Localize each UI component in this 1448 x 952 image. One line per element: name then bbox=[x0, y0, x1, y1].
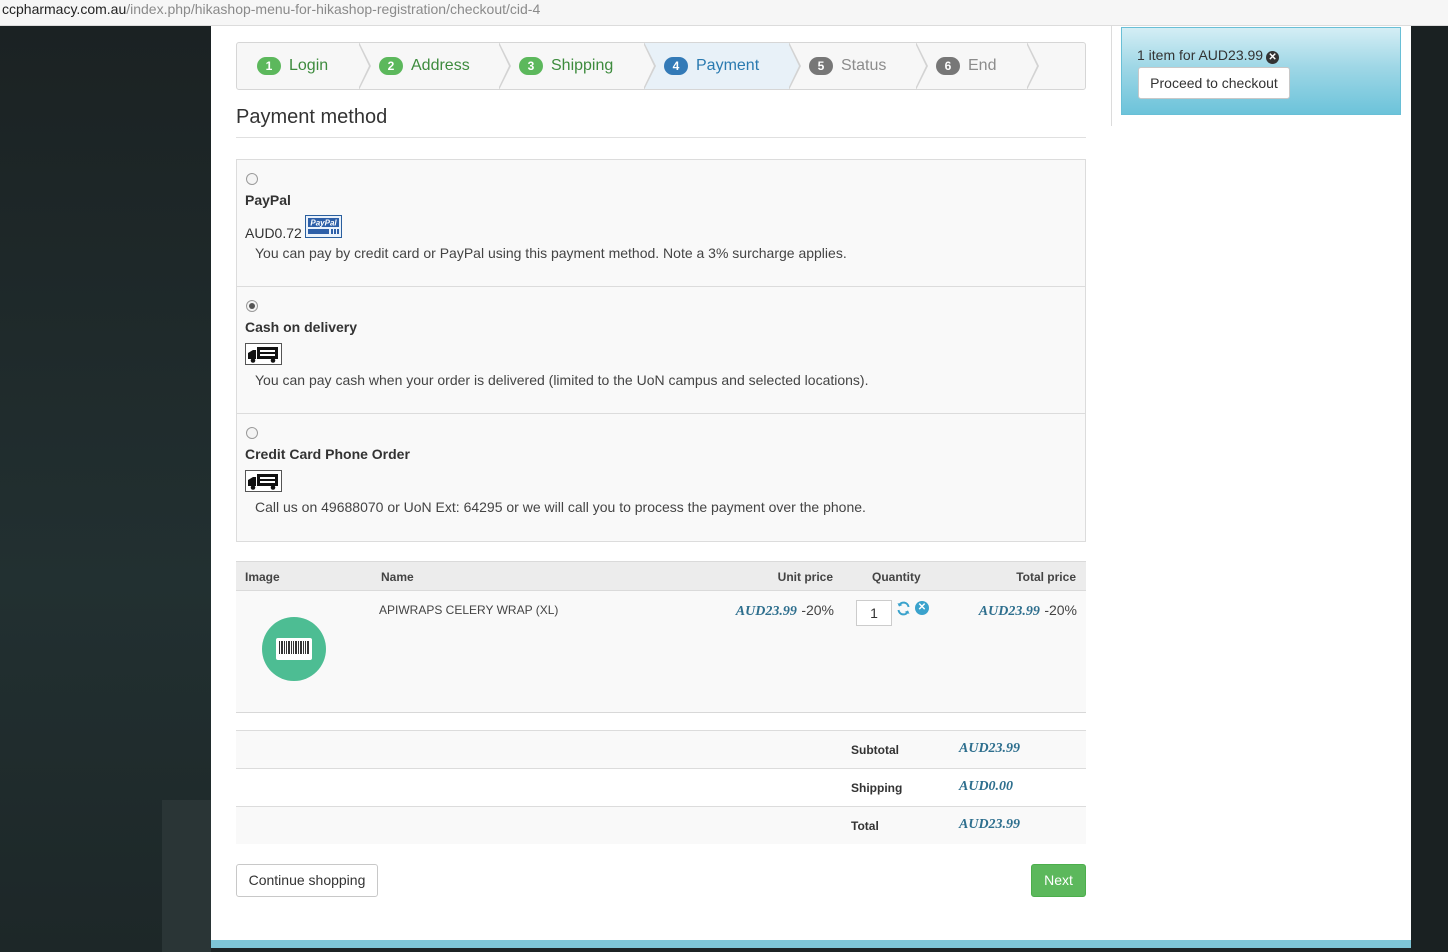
delivery-truck-icon bbox=[245, 343, 282, 365]
step-label: Shipping bbox=[551, 57, 614, 74]
paypal-logo-icon: PayPal bbox=[305, 215, 342, 238]
payment-radio-paypal[interactable] bbox=[246, 173, 258, 185]
payment-method-cash-on-delivery[interactable]: Cash on delivery You can pay cash when y… bbox=[237, 287, 1085, 414]
step-arrow-icon bbox=[498, 43, 511, 89]
unit-price-discount: -20% bbox=[801, 602, 834, 618]
barcode-icon bbox=[276, 638, 312, 660]
sidebar-divider bbox=[1111, 26, 1112, 126]
step-number: 6 bbox=[936, 57, 960, 75]
payment-radio-credit-card-phone[interactable] bbox=[246, 427, 258, 439]
shipping-label: Shipping bbox=[851, 781, 903, 795]
step-end: 6 End bbox=[916, 43, 1039, 89]
checkout-page: 1 Login 2 Address 3 Shipping 4 Payment 5… bbox=[211, 26, 1411, 942]
step-label: Payment bbox=[696, 57, 760, 74]
refresh-icon[interactable] bbox=[896, 601, 911, 616]
step-label: Address bbox=[411, 57, 470, 74]
cart-table-header: Image Name Unit price Quantity Total pri… bbox=[236, 561, 1086, 591]
product-image[interactable] bbox=[262, 617, 326, 681]
step-number: 2 bbox=[379, 57, 403, 75]
empty-cart-icon[interactable]: ✕ bbox=[1266, 51, 1280, 64]
title-divider bbox=[236, 137, 1086, 138]
unit-price-value: AUD23.99 bbox=[735, 604, 797, 619]
col-image: Image bbox=[245, 570, 280, 584]
step-arrow-icon bbox=[643, 43, 656, 89]
page-title: Payment method bbox=[236, 106, 388, 128]
step-number: 4 bbox=[664, 57, 688, 75]
payment-method-paypal[interactable]: PayPal AUD0.72 PayPal You can pay by cre… bbox=[237, 160, 1085, 287]
step-number: 5 bbox=[809, 57, 833, 75]
paypal-logo-text: PayPal bbox=[310, 219, 337, 228]
step-payment[interactable]: 4 Payment bbox=[644, 43, 801, 89]
step-number: 3 bbox=[519, 57, 543, 75]
mini-cart-info: 1 item for AUD23.99 bbox=[1137, 47, 1264, 63]
col-total-price: Total price bbox=[1016, 570, 1076, 584]
mini-cart-summary: 1 item for AUD23.99 ✕ bbox=[1137, 47, 1280, 64]
shipping-value: AUD0.00 bbox=[959, 779, 1014, 794]
payment-method-name: PayPal bbox=[245, 192, 291, 208]
step-label: Status bbox=[841, 57, 887, 74]
col-unit-price: Unit price bbox=[777, 570, 833, 584]
subtotal-label: Subtotal bbox=[851, 743, 899, 757]
payment-method-description: You can pay cash when your order is deli… bbox=[255, 372, 869, 388]
payment-method-description: Call us on 49688070 or UoN Ext: 64295 or… bbox=[255, 499, 866, 515]
total-price: AUD23.99 -20% bbox=[979, 602, 1077, 620]
total-price-value: AUD23.99 bbox=[978, 604, 1040, 619]
step-login[interactable]: 1 Login bbox=[237, 43, 371, 89]
payment-radio-cash-on-delivery[interactable] bbox=[246, 300, 258, 312]
unit-price: AUD23.99 -20% bbox=[736, 602, 834, 620]
step-arrow-icon bbox=[358, 43, 371, 89]
next-button[interactable]: Next bbox=[1031, 864, 1086, 897]
table-row: APIWRAPS CELERY WRAP (XL) AUD23.99 -20% … bbox=[236, 591, 1086, 713]
shipping-row: Shipping AUD0.00 bbox=[236, 768, 1086, 806]
delivery-truck-icon bbox=[245, 470, 282, 492]
remove-item-icon[interactable]: ✕ bbox=[915, 601, 929, 615]
continue-shopping-button[interactable]: Continue shopping bbox=[236, 864, 378, 897]
cart-table: Image Name Unit price Quantity Total pri… bbox=[236, 561, 1086, 713]
total-value: AUD23.99 bbox=[959, 817, 1021, 832]
step-arrow-icon bbox=[915, 43, 928, 89]
step-address[interactable]: 2 Address bbox=[359, 43, 511, 89]
address-bar[interactable]: ccpharmacy.com.au/index.php/hikashop-men… bbox=[0, 0, 1448, 26]
url-host: ccpharmacy.com.au bbox=[2, 1, 127, 17]
total-label: Total bbox=[851, 819, 879, 833]
subtotal-value: AUD23.99 bbox=[959, 741, 1021, 756]
page-background-shadow bbox=[162, 800, 211, 952]
total-price-discount: -20% bbox=[1044, 602, 1077, 618]
cart-totals: Subtotal AUD23.99 Shipping AUD0.00 Total… bbox=[236, 730, 1086, 844]
step-number: 1 bbox=[257, 57, 281, 75]
step-label: End bbox=[968, 57, 997, 74]
payment-method-list: PayPal AUD0.72 PayPal You can pay by cre… bbox=[236, 159, 1086, 542]
page-footer-bar bbox=[211, 940, 1411, 948]
checkout-steps: 1 Login 2 Address 3 Shipping 4 Payment 5… bbox=[236, 42, 1086, 90]
step-shipping[interactable]: 3 Shipping bbox=[499, 43, 656, 89]
step-label: Login bbox=[289, 57, 329, 74]
payment-method-name: Cash on delivery bbox=[245, 319, 358, 335]
mini-cart: 1 item for AUD23.99 ✕ Proceed to checkout bbox=[1121, 27, 1401, 115]
payment-method-description: You can pay by credit card or PayPal usi… bbox=[255, 245, 847, 261]
proceed-to-checkout-button[interactable]: Proceed to checkout bbox=[1138, 67, 1290, 99]
payment-method-credit-card-phone[interactable]: Credit Card Phone Order Call us on 49688… bbox=[237, 414, 1085, 541]
payment-method-name: Credit Card Phone Order bbox=[245, 446, 410, 462]
total-row: Total AUD23.99 bbox=[236, 806, 1086, 844]
product-name[interactable]: APIWRAPS CELERY WRAP (XL) bbox=[379, 603, 558, 617]
step-arrow-icon bbox=[1026, 43, 1039, 89]
quantity-input[interactable] bbox=[856, 600, 892, 626]
step-arrow-icon bbox=[788, 43, 801, 89]
payment-method-price: AUD0.72 bbox=[245, 225, 302, 241]
page-background-right bbox=[1411, 26, 1448, 952]
url-path: /index.php/hikashop-menu-for-hikashop-re… bbox=[126, 1, 541, 17]
step-status: 5 Status bbox=[789, 43, 928, 89]
col-quantity: Quantity bbox=[872, 570, 921, 584]
col-name: Name bbox=[381, 570, 414, 584]
subtotal-row: Subtotal AUD23.99 bbox=[236, 730, 1086, 768]
